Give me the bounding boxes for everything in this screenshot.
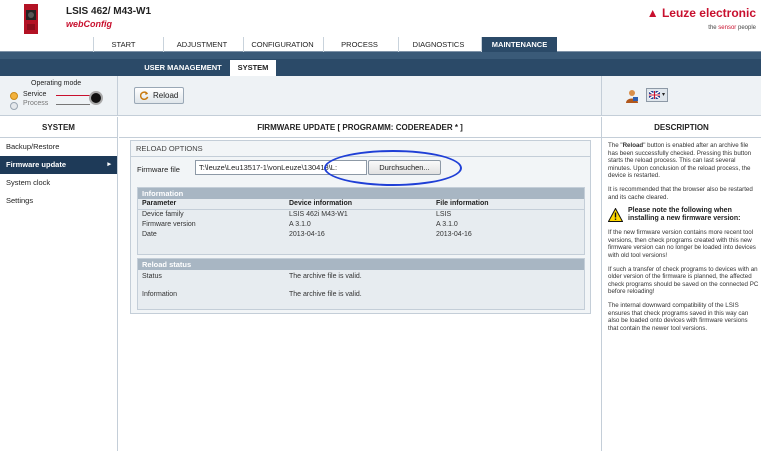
sidebar-item-settings[interactable]: Settings	[0, 192, 117, 210]
information-box: Information Parameter Device information…	[137, 187, 585, 255]
description-panel: DESCRIPTION The "Reload" button is enabl…	[601, 117, 761, 451]
tab-maintenance[interactable]: MAINTENANCE	[481, 37, 557, 52]
description-paragraph: If the new firmware version contains mor…	[608, 229, 756, 259]
brand-slogan: the sensor people	[708, 25, 756, 31]
language-select[interactable]: ▾	[646, 88, 668, 102]
sub-nav: USER MANAGEMENT SYSTEM	[0, 52, 761, 76]
table-row: Status The archive file is valid.	[142, 273, 362, 280]
service-label: Service	[23, 91, 47, 98]
table-row: Firmware version A 3.1.0 A 3.1.0	[142, 221, 458, 228]
process-label: Process	[23, 100, 49, 107]
description-paragraph: It is recommended that the browser also …	[608, 185, 753, 201]
sidebar-title: SYSTEM	[0, 117, 117, 138]
operating-mode-switch[interactable]: Operating mode Service Process	[0, 76, 118, 116]
table-row: Date 2013-04-16 2013-04-16	[142, 231, 472, 238]
reload-status-box: Reload status Status The archive file is…	[137, 258, 585, 310]
user-icon[interactable]	[625, 89, 639, 103]
brand-triangle-icon: ▲	[646, 6, 659, 20]
reload-status-title: Reload status	[138, 259, 584, 270]
sidebar-item-system-clock[interactable]: System clock	[0, 174, 117, 192]
information-header-row: Parameter Device information File inform…	[138, 199, 584, 210]
main-content: FIRMWARE UPDATE [ PROGRAMM: CODEREADER *…	[119, 117, 601, 451]
tab-process[interactable]: PROCESS	[323, 37, 395, 52]
table-row: Information The archive file is valid.	[142, 291, 362, 298]
description-text: The "Reload" button is enabled after an …	[602, 138, 761, 332]
description-paragraph: If such a transfer of check programs to …	[608, 265, 759, 296]
app-header: LSIS 462/ M43-W1 webConfig ▲ Leuze elect…	[0, 0, 761, 37]
information-title: Information	[138, 188, 584, 199]
brand-logo[interactable]: ▲ Leuze electronic	[647, 6, 756, 20]
warning-icon	[608, 208, 623, 223]
tab-configuration[interactable]: CONFIGURATION	[243, 37, 321, 52]
arrow-right-icon: ▸	[107, 161, 111, 168]
flag-uk-icon	[649, 91, 660, 99]
subtab-user-management[interactable]: USER MANAGEMENT	[138, 60, 228, 76]
reload-options-title: RELOAD OPTIONS	[136, 144, 203, 153]
process-led-icon	[10, 102, 18, 110]
operating-mode-label: Operating mode	[31, 80, 82, 87]
description-paragraph: The internal downward compatibility of t…	[608, 301, 749, 332]
subtab-system[interactable]: SYSTEM	[230, 60, 276, 76]
sidebar-item-firmware-update[interactable]: Firmware update ▸	[0, 156, 117, 174]
mode-knob-icon[interactable]	[89, 91, 103, 105]
sidebar-item-backup-restore[interactable]: Backup/Restore	[0, 138, 117, 156]
warning-note: Please note the following when installin…	[608, 207, 759, 223]
brand-name: Leuze electronic	[661, 6, 756, 20]
sidebar: SYSTEM Backup/Restore Firmware update ▸ S…	[0, 117, 118, 451]
device-logo-icon	[24, 4, 38, 34]
reload-icon	[140, 91, 149, 100]
toolbar: Operating mode Service Process Reload ▾	[0, 76, 761, 116]
table-row: Device family LSIS 462i M43-W1 LSIS	[142, 211, 452, 218]
reload-button[interactable]: Reload	[134, 87, 184, 104]
tab-adjustment[interactable]: ADJUSTMENT	[163, 37, 240, 52]
reload-label: Reload	[153, 91, 179, 100]
tab-diagnostics[interactable]: DIAGNOSTICS	[398, 37, 478, 52]
description-paragraph: The "Reload" button is enabled after an …	[608, 142, 752, 180]
service-led-icon	[10, 92, 18, 100]
tab-start[interactable]: START	[93, 37, 153, 52]
product-title: LSIS 462/ M43-W1	[66, 6, 152, 17]
firmware-file-label: Firmware file	[137, 165, 180, 174]
description-title: DESCRIPTION	[602, 117, 761, 138]
main-nav: START ADJUSTMENT CONFIGURATION PROCESS D…	[0, 37, 761, 52]
chevron-down-icon: ▾	[662, 92, 666, 98]
product-subtitle: webConfig	[66, 19, 112, 29]
page-title: FIRMWARE UPDATE [ PROGRAMM: CODEREADER *…	[119, 117, 601, 138]
toolbar-right: ▾	[601, 76, 761, 116]
highlight-ellipse	[324, 150, 462, 186]
reload-options-panel: RELOAD OPTIONS Firmware file T:\leuze\Le…	[130, 140, 591, 314]
